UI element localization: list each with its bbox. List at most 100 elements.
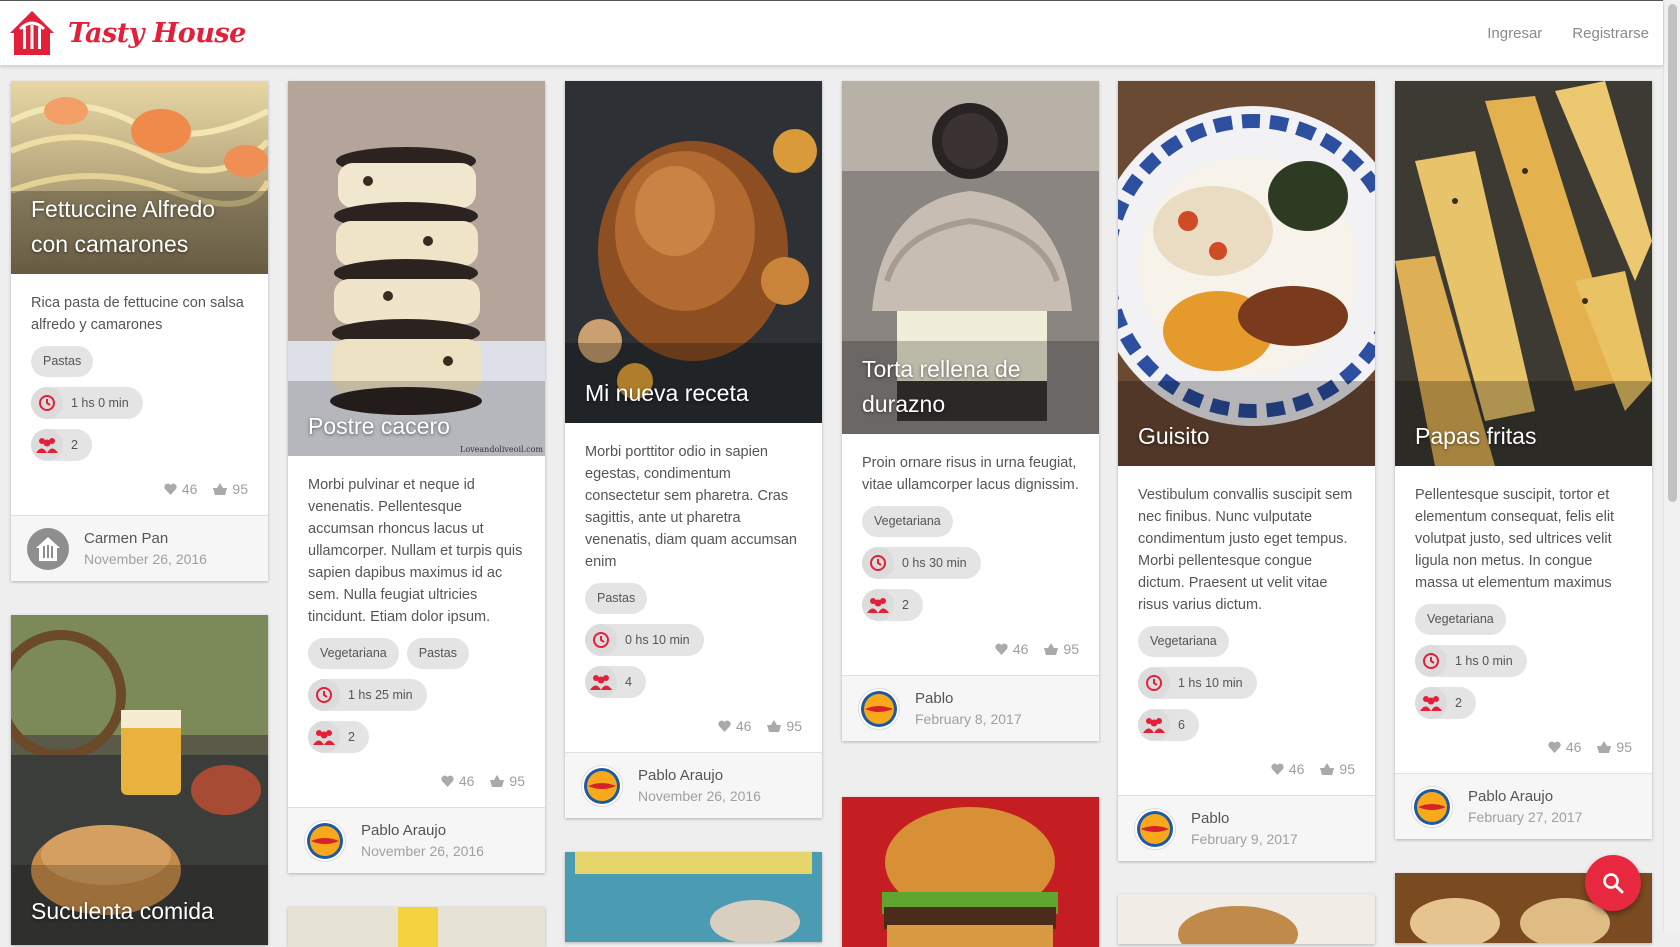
recipe-image[interactable]: Suculenta comida: [11, 615, 268, 945]
servings-text: 2: [348, 730, 355, 744]
likes-count[interactable]: 46: [441, 773, 474, 789]
recipe-image[interactable]: Papas fritas: [1395, 81, 1652, 466]
recipe-card[interactable]: Fettuccine Alfredo con camarones Rica pa…: [11, 81, 268, 581]
recipe-stats: 46 95: [1415, 729, 1632, 773]
people-icon: [1143, 718, 1165, 733]
saves-count[interactable]: 95: [767, 718, 802, 734]
recipe-card[interactable]: [1118, 894, 1375, 944]
recipe-card[interactable]: [842, 797, 1099, 947]
author-name[interactable]: Pablo Araujo: [1468, 788, 1582, 805]
heart-icon: [718, 720, 731, 732]
tag-chip[interactable]: Vegetariana: [1138, 626, 1229, 657]
time-text: 1 hs 0 min: [71, 396, 129, 410]
likes-count[interactable]: 46: [995, 641, 1028, 657]
recipe-card[interactable]: [288, 907, 545, 947]
time-chip: 1 hs 10 min: [1138, 667, 1257, 699]
register-link[interactable]: Registrarse: [1572, 25, 1649, 42]
saves-count[interactable]: 95: [213, 481, 248, 497]
basket-icon: [213, 483, 228, 495]
avatar: [858, 687, 900, 730]
saves-count[interactable]: 95: [490, 773, 525, 789]
roast-chicken-photo: [565, 81, 822, 423]
recipe-title[interactable]: Guisito: [1138, 419, 1361, 454]
author-footer[interactable]: Pablo Araujo February 27, 2017: [1395, 773, 1652, 839]
heart-icon: [441, 775, 454, 787]
page-scrollbar[interactable]: [1663, 0, 1680, 932]
time-text: 1 hs 10 min: [1178, 676, 1243, 690]
recipe-image[interactable]: Postre cacero Loveandoliveoil.com: [288, 81, 545, 456]
basket-icon: [1044, 643, 1059, 655]
recipe-image[interactable]: [565, 852, 822, 942]
tag-chip[interactable]: Pastas: [585, 583, 648, 614]
recipe-card[interactable]: Torta rellena de durazno Proin ornare ri…: [842, 81, 1099, 741]
heart-icon: [1271, 763, 1284, 775]
publish-date: November 26, 2016: [84, 551, 207, 567]
recipe-image[interactable]: Guisito: [1118, 81, 1375, 466]
brand-logo[interactable]: Tasty House: [6, 7, 246, 59]
tag-chip[interactable]: Vegetariana: [862, 506, 953, 537]
avatar: [304, 819, 346, 862]
recipe-title[interactable]: Postre cacero: [308, 409, 531, 444]
avatar: [1411, 785, 1453, 828]
burger-king-logo-icon: [1137, 810, 1173, 847]
likes-count[interactable]: 46: [1548, 739, 1581, 755]
recipe-card[interactable]: Postre cacero Loveandoliveoil.com Morbi …: [288, 81, 545, 873]
food-photo: [1118, 894, 1375, 944]
recipe-card[interactable]: Papas fritas Pellentesque suscipit, tort…: [1395, 81, 1652, 839]
clock-icon: [870, 555, 886, 571]
potato-wedges-photo: [1395, 81, 1652, 466]
recipe-stats: 46 95: [308, 763, 525, 807]
time-text: 0 hs 30 min: [902, 556, 967, 570]
clock-icon: [1423, 653, 1439, 669]
tag-chip[interactable]: Pastas: [31, 346, 94, 377]
basket-icon: [1597, 741, 1612, 753]
stew-plate-photo: [1118, 81, 1375, 466]
saves-count[interactable]: 95: [1597, 739, 1632, 755]
recipe-description: Morbi porttitor odio in sapien egestas, …: [585, 444, 797, 570]
recipe-title[interactable]: Papas fritas: [1415, 419, 1638, 454]
recipe-card[interactable]: Suculenta comida: [11, 615, 268, 945]
saves-count[interactable]: 95: [1320, 761, 1355, 777]
servings-text: 2: [71, 438, 78, 452]
author-footer[interactable]: Pablo February 9, 2017: [1118, 795, 1375, 861]
tag-chip[interactable]: Pastas: [406, 638, 469, 669]
recipe-title[interactable]: Fettuccine Alfredo con camarones: [31, 192, 254, 262]
scrollbar-thumb[interactable]: [1668, 4, 1677, 502]
tag-chip[interactable]: Vegetariana: [1415, 604, 1506, 635]
author-footer[interactable]: Carmen Pan November 26, 2016: [11, 515, 268, 581]
food-photo: [288, 907, 545, 947]
recipe-image[interactable]: [1118, 894, 1375, 944]
author-name[interactable]: Pablo Araujo: [361, 822, 484, 839]
recipe-title[interactable]: Mi nueva receta: [585, 376, 808, 411]
author-footer[interactable]: Pablo Araujo November 26, 2016: [288, 807, 545, 873]
recipe-title[interactable]: Torta rellena de durazno: [862, 352, 1085, 422]
author-name[interactable]: Pablo: [915, 690, 1022, 707]
recipe-title[interactable]: Suculenta comida: [31, 894, 254, 929]
clock-icon: [593, 632, 609, 648]
people-icon: [1420, 696, 1442, 711]
time-chip: 0 hs 10 min: [585, 624, 704, 656]
recipe-card[interactable]: Guisito Vestibulum convallis suscipit se…: [1118, 81, 1375, 861]
recipe-image[interactable]: Torta rellena de durazno: [842, 81, 1099, 434]
author-footer[interactable]: Pablo February 8, 2017: [842, 675, 1099, 741]
likes-count[interactable]: 46: [1271, 761, 1304, 777]
burger-king-logo-icon: [307, 822, 343, 859]
chef-hat-avatar-icon: [36, 536, 60, 561]
search-fab-button[interactable]: [1585, 855, 1641, 911]
likes-count[interactable]: 46: [718, 718, 751, 734]
recipe-image[interactable]: Fettuccine Alfredo con camarones: [11, 81, 268, 274]
tag-chip[interactable]: Vegetariana: [308, 638, 399, 669]
author-name[interactable]: Pablo Araujo: [638, 767, 761, 784]
recipe-card[interactable]: Mi nueva receta Morbi porttitor odio in …: [565, 81, 822, 818]
recipe-image[interactable]: [288, 907, 545, 947]
saves-count[interactable]: 95: [1044, 641, 1079, 657]
author-footer[interactable]: Pablo Araujo November 26, 2016: [565, 752, 822, 818]
login-link[interactable]: Ingresar: [1487, 25, 1542, 42]
author-name[interactable]: Pablo: [1191, 810, 1298, 827]
recipe-image[interactable]: Mi nueva receta: [565, 81, 822, 423]
time-text: 1 hs 25 min: [348, 688, 413, 702]
recipe-card[interactable]: [565, 852, 822, 942]
recipe-image[interactable]: [842, 797, 1099, 947]
author-name[interactable]: Carmen Pan: [84, 530, 207, 547]
likes-count[interactable]: 46: [164, 481, 197, 497]
